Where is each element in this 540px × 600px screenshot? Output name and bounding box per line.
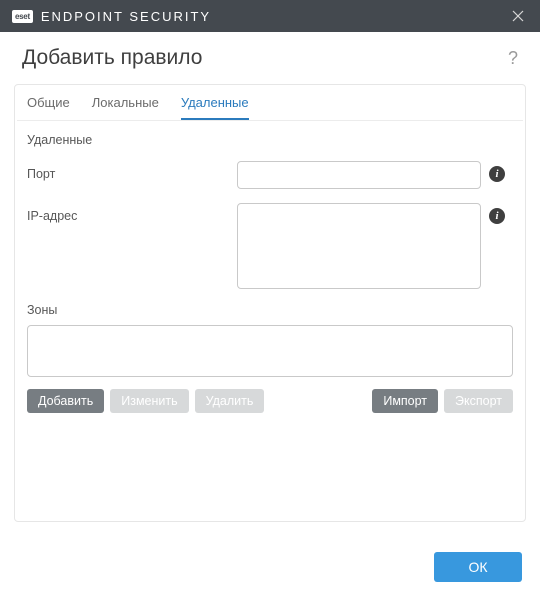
tabs: Общие Локальные Удаленные	[15, 85, 525, 120]
edit-button: Изменить	[110, 389, 188, 413]
brand-logo: eset	[12, 10, 33, 23]
section-title: Удаленные	[27, 133, 513, 147]
port-label: Порт	[27, 161, 237, 181]
brand: eset ENDPOINT SECURITY	[12, 9, 211, 24]
close-icon[interactable]	[506, 4, 530, 28]
tab-remote[interactable]: Удаленные	[181, 95, 249, 120]
remote-section: Удаленные Порт i IP-адрес i Зоны Добавит…	[15, 121, 525, 413]
help-icon[interactable]: ?	[508, 48, 518, 69]
info-icon[interactable]: i	[489, 208, 505, 224]
port-input[interactable]	[237, 161, 481, 189]
main-panel: Общие Локальные Удаленные Удаленные Порт…	[14, 84, 526, 522]
ip-row: IP-адрес i	[27, 203, 513, 289]
dialog-footer: ОК	[0, 522, 540, 600]
ok-button[interactable]: ОК	[434, 552, 522, 582]
export-button: Экспорт	[444, 389, 513, 413]
titlebar: eset ENDPOINT SECURITY	[0, 0, 540, 32]
zones-label: Зоны	[27, 303, 513, 317]
tab-general[interactable]: Общие	[27, 95, 70, 120]
product-name: ENDPOINT SECURITY	[41, 9, 211, 24]
delete-button: Удалить	[195, 389, 265, 413]
tab-local[interactable]: Локальные	[92, 95, 159, 120]
info-icon[interactable]: i	[489, 166, 505, 182]
page-title: Добавить правило	[22, 46, 202, 70]
add-button[interactable]: Добавить	[27, 389, 104, 413]
import-button[interactable]: Импорт	[372, 389, 438, 413]
port-row: Порт i	[27, 161, 513, 189]
ip-input[interactable]	[237, 203, 481, 289]
zones-listbox[interactable]	[27, 325, 513, 377]
zone-buttons: Добавить Изменить Удалить Импорт Экспорт	[27, 389, 513, 413]
ip-label: IP-адрес	[27, 203, 237, 223]
dialog-header: Добавить правило ?	[0, 32, 540, 78]
